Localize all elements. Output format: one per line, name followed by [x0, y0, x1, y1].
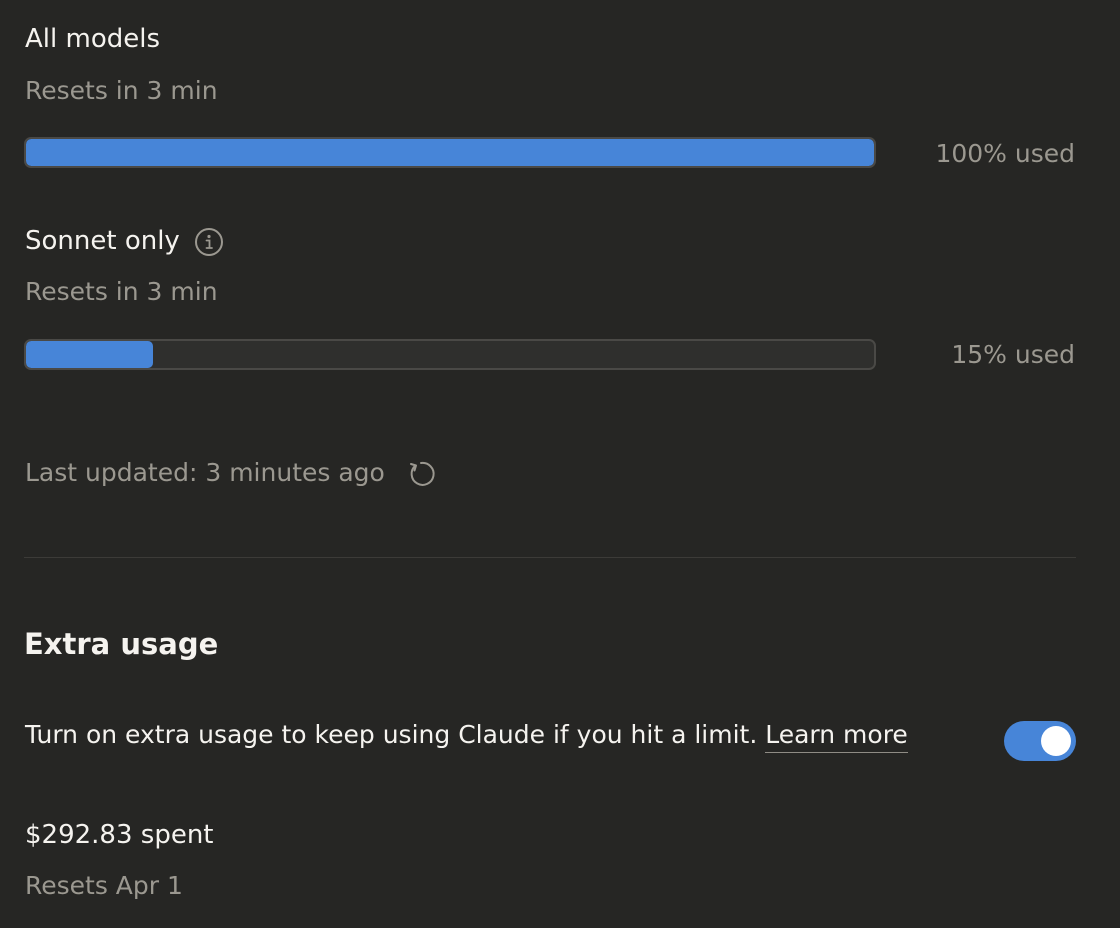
toggle-knob	[1041, 726, 1071, 756]
limit-reset-sonnet-only: Resets in 3 min	[25, 277, 218, 306]
extra-usage-spent: $292.83 spent	[25, 820, 214, 850]
info-icon[interactable]	[194, 227, 224, 257]
last-updated-text: Last updated: 3 minutes ago	[25, 458, 385, 487]
extra-usage-toggle[interactable]	[1004, 721, 1076, 761]
usage-bar-sonnet-only	[24, 339, 876, 370]
section-divider	[24, 557, 1076, 558]
learn-more-link[interactable]: Learn more	[765, 720, 908, 753]
extra-usage-description-row: Turn on extra usage to keep using Claude…	[25, 720, 908, 753]
usage-percent-sonnet-only: 15% used	[951, 340, 1075, 369]
refresh-icon[interactable]	[406, 459, 436, 489]
extra-usage-title: Extra usage	[24, 627, 219, 661]
extra-usage-reset: Resets Apr 1	[25, 871, 183, 900]
usage-bar-fill-all-models	[26, 139, 874, 166]
extra-usage-description: Turn on extra usage to keep using Claude…	[25, 720, 758, 749]
limit-reset-all-models: Resets in 3 min	[25, 76, 218, 105]
limit-title-all-models: All models	[25, 24, 161, 54]
usage-bar-all-models	[24, 137, 876, 168]
usage-settings-panel: All models Resets in 3 min 100% used Son…	[0, 0, 1120, 928]
usage-bar-fill-sonnet-only	[26, 341, 154, 368]
usage-percent-all-models: 100% used	[935, 139, 1075, 168]
limit-title-sonnet-only: Sonnet only	[25, 226, 180, 256]
